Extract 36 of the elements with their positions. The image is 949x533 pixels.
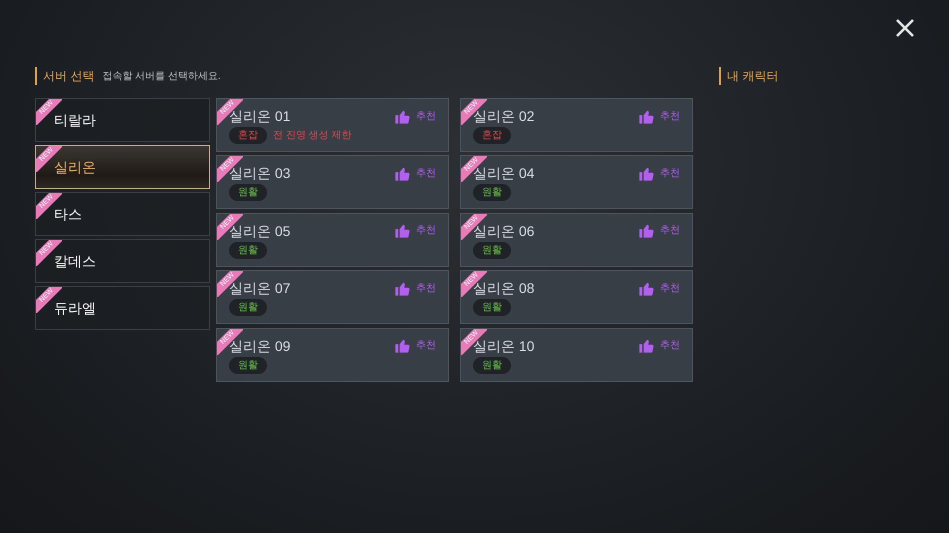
recommend-label: 추천 bbox=[660, 166, 680, 181]
recommend-label: 추천 bbox=[416, 110, 436, 124]
status-tag: 원활 bbox=[229, 242, 267, 259]
recommend-label: 추천 bbox=[660, 110, 680, 124]
thumbs-up-icon bbox=[638, 280, 655, 297]
thumbs-up-icon bbox=[394, 280, 411, 297]
section-title: 서버 선택 bbox=[43, 68, 94, 85]
status-tag: 원활 bbox=[229, 356, 267, 374]
recommend-label: 추천 bbox=[416, 224, 436, 238]
recommend-label: 추천 bbox=[416, 282, 436, 296]
thumbs-up-icon bbox=[638, 222, 655, 240]
recommend-label: 추천 bbox=[416, 339, 436, 354]
status-tag: 혼잡 bbox=[229, 127, 267, 144]
recommend-label: 추천 bbox=[660, 282, 680, 296]
section-hint: 접속할 서버를 선택하세요. bbox=[102, 70, 221, 84]
status-tag: 원활 bbox=[473, 242, 511, 259]
recommend-label: 추천 bbox=[660, 224, 680, 238]
thumbs-up-icon bbox=[638, 164, 655, 182]
thumbs-up-icon bbox=[394, 222, 411, 240]
thumbs-up-icon bbox=[394, 164, 411, 182]
restriction-note: 전 진영 생성 제한 bbox=[273, 129, 352, 143]
status-tag: 원활 bbox=[473, 356, 511, 374]
status-tag: 원활 bbox=[229, 299, 267, 316]
close-icon bbox=[895, 18, 915, 38]
status-tag: 원활 bbox=[473, 184, 511, 202]
thumbs-up-icon bbox=[638, 337, 655, 354]
close-button[interactable] bbox=[894, 17, 916, 39]
status-tag: 원활 bbox=[473, 299, 511, 316]
thumbs-up-icon bbox=[394, 337, 411, 354]
recommend-label: 추천 bbox=[416, 166, 436, 181]
section-title: 내 캐릭터 bbox=[727, 68, 778, 85]
thumbs-up-icon bbox=[394, 108, 411, 124]
status-tag: 원활 bbox=[229, 184, 267, 202]
status-tag: 혼잡 bbox=[473, 127, 511, 144]
thumbs-up-icon bbox=[638, 108, 655, 124]
recommend-label: 추천 bbox=[660, 339, 680, 354]
